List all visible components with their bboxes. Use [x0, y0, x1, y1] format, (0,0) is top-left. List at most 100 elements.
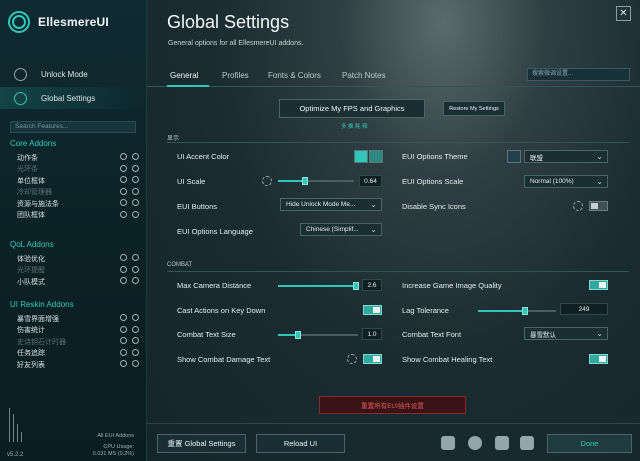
reload-icon[interactable] [120, 153, 127, 160]
sidebar-item-global-settings[interactable]: Global Settings [0, 87, 147, 109]
community-icon[interactable] [495, 436, 509, 450]
show-combat-healing-text-toggle[interactable] [589, 354, 608, 364]
lag-tolerance-slider-knob[interactable] [522, 307, 528, 315]
tab-profiles[interactable]: Profiles [222, 71, 249, 80]
reload-ui-button[interactable]: Reload UI [256, 434, 345, 453]
eui-buttons-dropdown[interactable]: Hide Unlock Mode Me... ⌄ [280, 198, 382, 211]
power-icon[interactable] [132, 153, 139, 160]
list-item[interactable]: 小队模式 [17, 276, 139, 287]
list-item[interactable]: 光环条 [17, 164, 139, 175]
lag-tolerance-value[interactable]: 249 [560, 303, 608, 315]
max-camera-distance-value[interactable]: 2.6 [362, 279, 382, 291]
reload-icon[interactable] [120, 164, 127, 172]
combat-text-size-slider-knob[interactable] [295, 331, 301, 339]
reset-all-addons-button[interactable]: 重置所有EUI插件设置 [319, 396, 466, 414]
list-item[interactable]: 体验优化 [17, 253, 139, 264]
reload-icon[interactable] [120, 337, 127, 344]
list-item[interactable]: 动作条 [17, 152, 139, 163]
list-item[interactable]: 任务追踪 [17, 348, 139, 359]
section-qol-addons: QoL Addons [10, 240, 54, 249]
power-icon[interactable] [132, 314, 139, 321]
power-icon[interactable] [132, 187, 139, 195]
list-item[interactable]: 团队框体 [17, 210, 139, 221]
power-icon[interactable] [132, 348, 139, 356]
power-icon[interactable] [132, 176, 139, 183]
max-camera-distance-label: Max Camera Distance [177, 281, 252, 290]
reload-icon[interactable] [120, 325, 127, 333]
ui-scale-slider-knob[interactable] [302, 177, 308, 185]
reload-icon[interactable] [120, 176, 127, 183]
reload-icon[interactable] [120, 277, 127, 284]
tab-patch-notes[interactable]: Patch Notes [342, 71, 386, 80]
reload-icon[interactable] [120, 187, 127, 195]
ui-scale-gear-icon[interactable] [262, 176, 272, 186]
disable-sync-icons-toggle[interactable] [589, 201, 608, 211]
combat-damage-gear-icon[interactable] [347, 354, 357, 364]
power-icon[interactable] [132, 265, 139, 273]
list-item[interactable]: 史诗钥石计时器 [17, 336, 139, 347]
max-camera-distance-slider-knob[interactable] [353, 282, 359, 290]
eui-buttons-value: Hide Unlock Mode Me... [286, 201, 356, 208]
sidebar-item-unlock-mode[interactable]: Unlock Mode [0, 63, 147, 85]
addon-label: 小队模式 [17, 278, 45, 286]
restore-settings-button[interactable]: Restore My Settings [443, 101, 505, 116]
list-item[interactable]: 冷却管理器 [17, 187, 139, 198]
accent-color-swatch-primary[interactable] [354, 150, 368, 163]
reload-icon[interactable] [120, 265, 127, 273]
page-subtitle: General options for all EllesmereUI addo… [168, 40, 304, 47]
reload-icon[interactable] [120, 254, 127, 261]
reload-icon[interactable] [120, 348, 127, 356]
list-item[interactable]: 资源与施法条 [17, 198, 139, 209]
combat-text-size-value[interactable]: 1.0 [362, 328, 382, 340]
power-icon[interactable] [132, 164, 139, 172]
power-icon[interactable] [132, 254, 139, 261]
reset-global-settings-button[interactable]: 重置 Global Settings [157, 434, 246, 453]
eui-options-language-dropdown[interactable]: Chinese (Simplif... ⌄ [300, 223, 382, 236]
list-item[interactable]: 暴雪界面增强 [17, 313, 139, 324]
eui-options-theme-label: EUI Options Theme [402, 152, 468, 161]
tab-general[interactable]: General [170, 71, 198, 80]
twitch-icon[interactable] [441, 436, 455, 450]
done-button[interactable]: Done [547, 434, 632, 453]
reload-icon[interactable] [120, 360, 127, 367]
close-button[interactable]: ✕ [616, 6, 631, 21]
list-item[interactable]: 光环提醒 [17, 265, 139, 276]
combat-text-font-dropdown[interactable]: 暴雪默认 ⌄ [524, 327, 608, 340]
sidebar-search-input[interactable]: Search Features... [10, 121, 136, 133]
discord-icon[interactable] [468, 436, 482, 450]
accent-color-swatch-secondary[interactable] [369, 150, 383, 163]
globe-icon [14, 91, 27, 105]
theme-color-swatch[interactable] [507, 150, 521, 163]
eui-options-theme-dropdown[interactable]: 联盟 ⌄ [524, 150, 608, 163]
reload-icon[interactable] [120, 314, 127, 321]
chevron-down-icon: ⌄ [370, 225, 377, 234]
all-addons-label: All EUI Addons [97, 433, 134, 439]
ui-scale-value[interactable]: 0.64 [359, 175, 382, 187]
optimize-fps-button[interactable]: Optimize My FPS and Graphics [279, 99, 425, 118]
reload-icon[interactable] [120, 210, 127, 218]
list-item[interactable]: 单位框体 [17, 175, 139, 186]
combat-text-size-label: Combat Text Size [177, 330, 236, 339]
list-item[interactable]: 伤害统计 [17, 325, 139, 336]
increase-game-image-quality-toggle[interactable] [589, 280, 608, 290]
addon-controls [120, 337, 139, 344]
power-icon[interactable] [132, 210, 139, 218]
power-icon[interactable] [132, 325, 139, 333]
settings-search-input[interactable]: 搜索微调设置... [527, 68, 630, 81]
paypal-icon[interactable] [520, 436, 534, 450]
show-combat-damage-text-toggle[interactable] [363, 354, 382, 364]
sync-icons-gear-icon[interactable] [573, 201, 583, 211]
sidebar: EllesmereUI Unlock Mode Global Settings … [0, 0, 147, 461]
eui-options-scale-dropdown[interactable]: Normal (100%) ⌄ [524, 175, 608, 188]
power-icon[interactable] [132, 360, 139, 367]
cast-on-key-down-toggle[interactable] [363, 305, 382, 315]
tab-fonts-colors[interactable]: Fonts & Colors [268, 71, 321, 80]
power-icon[interactable] [132, 277, 139, 284]
power-icon[interactable] [132, 199, 139, 206]
addon-controls [120, 199, 139, 206]
list-item[interactable]: 好友列表 [17, 359, 139, 370]
addon-label: 光环条 [17, 166, 38, 173]
power-icon[interactable] [132, 337, 139, 344]
addon-label: 任务追踪 [17, 350, 45, 357]
reload-icon[interactable] [120, 199, 127, 206]
